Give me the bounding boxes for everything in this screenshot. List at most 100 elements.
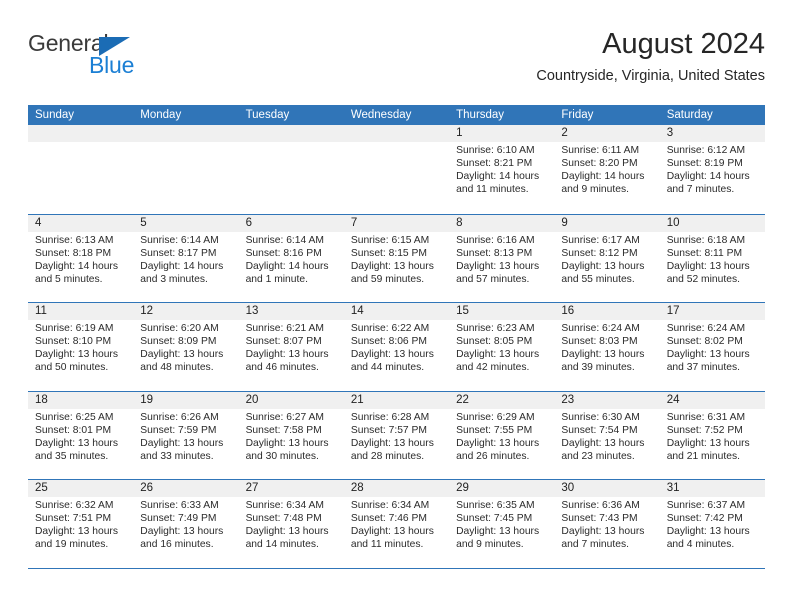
- calendar-day-cell[interactable]: 7 Sunrise: 6:15 AM Sunset: 8:15 PM Daylight…: [344, 215, 449, 303]
- sunrise-text: Sunrise: 6:11 AM: [561, 145, 640, 156]
- daylight-text: Daylight: 13 hours and 21 minutes.: [666, 437, 750, 462]
- calendar-day-cell[interactable]: 25 Sunrise: 6:32 AM Sunset: 7:51 PM Dayligh…: [28, 480, 133, 568]
- sunset-text: Sunset: 8:05 PM: [456, 336, 533, 348]
- day-detail: Sunrise: 6:15 AM Sunset: 8:15 PM Daylight:…: [351, 234, 442, 286]
- calendar-day-cell[interactable]: 29 Sunrise: 6:35 AM Sunset: 7:45 PM Dayligh…: [449, 480, 554, 568]
- calendar-day-cell[interactable]: 28 Sunrise: 6:34 AM Sunset: 7:46 PM Dayligh…: [344, 480, 449, 568]
- sunrise-text: Sunrise: 6:31 AM: [666, 411, 746, 423]
- calendar-day-cell[interactable]: 19 Sunrise: 6:26 AM Sunset: 7:59 PM Dayligh…: [133, 392, 238, 480]
- calendar-day-cell[interactable]: 24 Sunrise: 6:31 AM Sunset: 7:52 PM Dayligh…: [660, 392, 765, 480]
- calendar-day-cell-empty: [133, 125, 238, 214]
- day-number: 11: [35, 305, 47, 317]
- day-detail: Sunrise: 6:10 AM Sunset: 8:21 PM Daylight:…: [456, 144, 547, 196]
- weekday-header-sunday: Sunday: [35, 109, 75, 121]
- calendar-day-cell[interactable]: 3 Sunrise: 6:12 AM Sunset: 8:19 PM Daylight…: [660, 125, 765, 214]
- sunrise-text: Sunrise: 6:12 AM: [666, 145, 746, 156]
- sunset-text: Sunset: 7:49 PM: [140, 513, 217, 525]
- day-detail: Sunrise: 6:35 AM Sunset: 7:45 PM Daylight:…: [456, 499, 547, 551]
- daylight-text: Daylight: 14 hours and 7 minutes.: [666, 171, 750, 196]
- calendar-day-cell[interactable]: 16 Sunrise: 6:24 AM Sunset: 8:03 PM Dayligh…: [554, 303, 659, 391]
- calendar-day-cell[interactable]: 9 Sunrise: 6:17 AM Sunset: 8:12 PM Daylight…: [554, 215, 659, 303]
- calendar-day-cell[interactable]: 13 Sunrise: 6:21 AM Sunset: 8:07 PM Dayligh…: [239, 303, 344, 391]
- calendar-day-cell[interactable]: 14 Sunrise: 6:22 AM Sunset: 8:06 PM Dayligh…: [344, 303, 449, 391]
- day-detail: Sunrise: 6:17 AM Sunset: 8:12 PM Daylight:…: [561, 234, 652, 286]
- sunset-text: Sunset: 7:45 PM: [456, 513, 533, 525]
- calendar-day-cell[interactable]: 21 Sunrise: 6:28 AM Sunset: 7:57 PM Dayligh…: [344, 392, 449, 480]
- day-number: 17: [666, 305, 680, 317]
- day-number: 15: [456, 305, 469, 317]
- day-number: 30: [561, 482, 575, 494]
- day-detail: Sunrise: 6:28 AM Sunset: 7:57 PM Daylight:…: [351, 411, 442, 463]
- calendar-day-cell[interactable]: 27 Sunrise: 6:34 AM Sunset: 7:48 PM Dayligh…: [239, 480, 344, 568]
- calendar-day-cell[interactable]: 11 Sunrise: 6:19 AM Sunset: 8:10 PM Dayligh…: [28, 303, 133, 391]
- day-detail: Sunrise: 6:31 AM Sunset: 7:52 PM Daylight:…: [667, 411, 758, 463]
- day-number: 26: [140, 482, 154, 494]
- daylight-text: Daylight: 13 hours and 19 minutes.: [35, 526, 118, 551]
- daylight-text: Daylight: 13 hours and 23 minutes.: [561, 437, 645, 462]
- sunset-text: Sunset: 8:20 PM: [561, 158, 638, 170]
- sunrise-text: Sunrise: 6:19 AM: [35, 323, 114, 334]
- sunrise-text: Sunrise: 6:35 AM: [456, 500, 535, 511]
- calendar-bottom-rule: [28, 567, 765, 569]
- calendar-day-cell[interactable]: 10 Sunrise: 6:18 AM Sunset: 8:11 PM Dayligh…: [660, 215, 765, 303]
- day-number: 27: [245, 482, 259, 494]
- daylight-text: Daylight: 13 hours and 57 minutes.: [456, 260, 540, 285]
- daylight-text: Daylight: 14 hours and 5 minutes.: [35, 260, 118, 285]
- day-detail: Sunrise: 6:21 AM Sunset: 8:07 PM Daylight:…: [246, 322, 337, 374]
- calendar-day-cell-empty: [239, 125, 344, 214]
- general-blue-logo[interactable]: General Blue: [28, 32, 248, 92]
- day-number: 19: [140, 393, 154, 406]
- calendar-day-cell[interactable]: 12 Sunrise: 6:20 AM Sunset: 8:09 PM Dayligh…: [133, 303, 238, 391]
- day-detail: Sunrise: 6:34 AM Sunset: 7:46 PM Daylight:…: [351, 499, 442, 551]
- sunrise-text: Sunrise: 6:13 AM: [35, 234, 114, 246]
- calendar-day-cell[interactable]: 20 Sunrise: 6:27 AM Sunset: 7:58 PM Dayligh…: [239, 392, 344, 480]
- sunrise-text: Sunrise: 6:14 AM: [140, 234, 219, 246]
- calendar-day-cell[interactable]: 22 Sunrise: 6:29 AM Sunset: 7:55 PM Dayligh…: [449, 392, 554, 480]
- calendar-day-cell[interactable]: 31 Sunrise: 6:37 AM Sunset: 7:42 PM Dayligh…: [660, 480, 765, 568]
- day-detail: Sunrise: 6:14 AM Sunset: 8:17 PM Daylight:…: [140, 234, 231, 286]
- calendar-day-cell[interactable]: 2 Sunrise: 6:11 AM Sunset: 8:20 PM Daylight…: [554, 125, 659, 214]
- daylight-text: Daylight: 13 hours and 14 minutes.: [245, 526, 329, 551]
- day-detail: Sunrise: 6:32 AM Sunset: 7:51 PM Daylight:…: [35, 499, 126, 551]
- sunrise-text: Sunrise: 6:21 AM: [245, 323, 324, 334]
- calendar-day-cell[interactable]: 4 Sunrise: 6:13 AM Sunset: 8:18 PM Daylight…: [28, 215, 133, 303]
- weekday-header-thursday: Thursday: [456, 109, 505, 121]
- day-detail: Sunrise: 6:14 AM Sunset: 8:16 PM Daylight:…: [246, 234, 337, 286]
- day-detail: Sunrise: 6:12 AM Sunset: 8:19 PM Daylight:…: [667, 144, 758, 196]
- day-number: 23: [561, 393, 575, 406]
- day-number: 5: [140, 216, 147, 229]
- day-number: 28: [350, 482, 364, 494]
- day-number: 10: [666, 216, 680, 229]
- sunrise-text: Sunrise: 6:25 AM: [35, 411, 114, 423]
- sunset-text: Sunset: 8:02 PM: [666, 336, 743, 348]
- calendar-day-cell[interactable]: 26 Sunrise: 6:33 AM Sunset: 7:49 PM Dayligh…: [133, 480, 238, 568]
- sunrise-text: Sunrise: 6:16 AM: [456, 234, 535, 246]
- daylight-text: Daylight: 13 hours and 11 minutes.: [350, 526, 434, 551]
- page-header: General Blue August 2024 Countryside, Vi…: [28, 28, 765, 98]
- calendar-day-cell[interactable]: 5 Sunrise: 6:14 AM Sunset: 8:17 PM Daylight…: [133, 215, 238, 303]
- calendar-day-cell[interactable]: 6 Sunrise: 6:14 AM Sunset: 8:16 PM Daylight…: [239, 215, 344, 303]
- calendar-week-row: 25 Sunrise: 6:32 AM Sunset: 7:51 PM Dayligh…: [28, 479, 765, 568]
- calendar-day-cell[interactable]: 17 Sunrise: 6:24 AM Sunset: 8:02 PM Dayligh…: [660, 303, 765, 391]
- sunset-text: Sunset: 8:17 PM: [140, 247, 217, 259]
- calendar-day-cell[interactable]: 30 Sunrise: 6:36 AM Sunset: 7:43 PM Dayligh…: [554, 480, 659, 568]
- calendar-day-cell[interactable]: 18 Sunrise: 6:25 AM Sunset: 8:01 PM Dayligh…: [28, 392, 133, 480]
- day-number: 14: [350, 305, 364, 317]
- calendar-day-cell[interactable]: 15 Sunrise: 6:23 AM Sunset: 8:05 PM Dayligh…: [449, 303, 554, 391]
- day-detail: Sunrise: 6:16 AM Sunset: 8:13 PM Daylight:…: [456, 234, 547, 286]
- weekday-header-row: Sunday Monday Tuesday Wednesday Thursday…: [28, 105, 765, 125]
- day-number: 24: [666, 393, 680, 406]
- day-detail: Sunrise: 6:23 AM Sunset: 8:05 PM Daylight:…: [456, 322, 547, 374]
- day-detail: Sunrise: 6:22 AM Sunset: 8:06 PM Daylight:…: [351, 322, 442, 374]
- calendar-day-cell[interactable]: 1 Sunrise: 6:10 AM Sunset: 8:21 PM Daylight…: [449, 125, 554, 214]
- daylight-text: Daylight: 13 hours and 39 minutes.: [561, 349, 645, 374]
- calendar-day-cell[interactable]: 23 Sunrise: 6:30 AM Sunset: 7:54 PM Dayligh…: [554, 392, 659, 480]
- day-detail: Sunrise: 6:24 AM Sunset: 8:03 PM Daylight:…: [561, 322, 652, 374]
- daylight-text: Daylight: 13 hours and 42 minutes.: [456, 349, 540, 374]
- day-number: 21: [350, 393, 364, 406]
- calendar-day-cell[interactable]: 8 Sunrise: 6:16 AM Sunset: 8:13 PM Daylight…: [449, 215, 554, 303]
- weekday-header-tuesday: Tuesday: [245, 109, 290, 121]
- sunset-text: Sunset: 8:13 PM: [456, 247, 533, 259]
- day-detail: Sunrise: 6:29 AM Sunset: 7:55 PM Daylight:…: [456, 411, 547, 463]
- sunrise-text: Sunrise: 6:24 AM: [561, 323, 640, 334]
